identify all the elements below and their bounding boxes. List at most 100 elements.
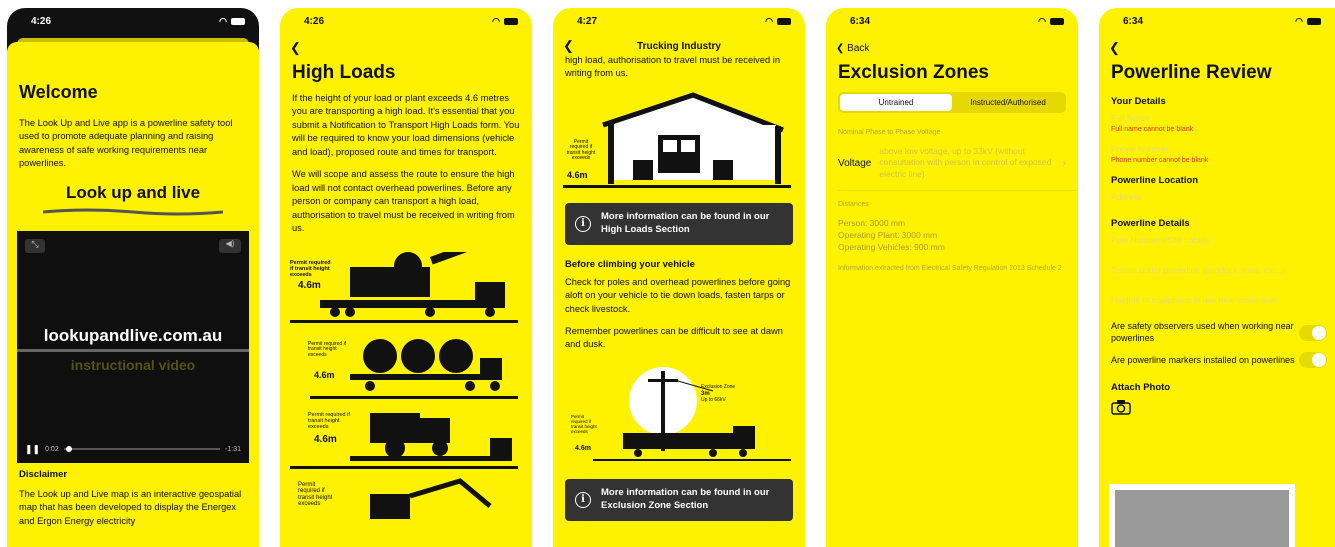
fullscreen-icon[interactable]: ⤡ [25, 238, 45, 253]
page-title: High Loads [292, 62, 396, 83]
distances-label: Distances [838, 201, 869, 209]
chevron-right-icon: › [1062, 157, 1066, 169]
voltage-row[interactable]: Voltage above low voltage, up to 33kV (w… [826, 136, 1078, 180]
logo-powerline-icon [42, 208, 224, 216]
back-chevron-icon: ❮ [836, 42, 845, 54]
status-bar: 4:26 ◠ [280, 8, 532, 34]
excavator-truck-illustration: Permit required if transit height exceed… [290, 476, 522, 526]
battery-icon [777, 17, 791, 25]
wifi-icon: ◠ [219, 15, 227, 26]
battery-icon [504, 17, 518, 25]
disclaimer-heading: Disclaimer [19, 468, 68, 480]
segment-untrained[interactable]: Untrained [840, 94, 952, 111]
voltage-value: above low voltage, up to 33kV (without c… [879, 146, 1052, 179]
shed-truck-icon [563, 92, 791, 188]
nav-bar: ❮ [280, 34, 532, 62]
back-chevron-icon[interactable]: ❮ [290, 40, 301, 56]
top-text: high load, authorisation to travel must … [565, 55, 780, 79]
distance-vehicles: Operating Vehicles: 900 mm [838, 242, 945, 253]
harvester-icon [290, 251, 518, 323]
disclaimer-text: The Look up and Live map is an interacti… [19, 488, 242, 526]
status-bar: 4:27 ◠ [553, 8, 805, 34]
harvester-truck-illustration: Permit required if transit height exceed… [290, 251, 522, 324]
voltage-label: Voltage [838, 157, 872, 169]
zone-annotation: Exclusion Zone 3m Up to 66kV [701, 384, 735, 403]
phone-screen-exclusion-zones: 6:34 ◠ ❮ Back Exclusion Zones Untrained … [826, 8, 1078, 547]
status-bar: 4:26 ◠ [7, 8, 259, 34]
climbing-subheading: Before climbing your vehicle [565, 258, 695, 270]
markers-toggle[interactable] [1299, 352, 1327, 369]
status-time: 6:34 [850, 15, 871, 27]
loader-icon [290, 412, 518, 469]
status-bar: 6:34 ◠ [826, 8, 1078, 34]
camera-button[interactable] [1099, 399, 1335, 420]
video-player[interactable]: ⤡ ◀) lookupandlive.com.au instructional … [17, 230, 249, 463]
observers-question: Are safety observers used when working n… [1111, 321, 1294, 343]
distance-person: Person: 3000 mm [838, 218, 906, 229]
camera-icon [1111, 400, 1131, 416]
video-url-text: lookupandlive.com.au [43, 325, 223, 345]
excavator-icon [370, 477, 492, 519]
full-name-error: Full name cannot be blank [1111, 126, 1194, 133]
terrain-field[interactable]: Terrain under powerline (paddock, road, … [1099, 265, 1335, 275]
segment-authorised[interactable]: Instructed/Authorised [952, 94, 1064, 111]
pause-icon[interactable]: ❚❚ [25, 444, 40, 455]
full-name-field[interactable]: Full Name [1099, 113, 1335, 123]
pipe-load-icon [310, 338, 518, 399]
divider [838, 190, 1078, 192]
video-scrubber[interactable] [63, 446, 221, 453]
markers-row: Are powerline markers installed on power… [1099, 352, 1335, 369]
page-title: Powerline Review [1111, 62, 1272, 83]
phone-field[interactable]: Phone Number [1099, 144, 1335, 154]
back-button[interactable]: ❮ Back [836, 43, 869, 54]
page-title: Exclusion Zones [838, 62, 989, 83]
back-chevron-icon[interactable]: ❮ [1109, 40, 1120, 56]
source-note: Information extracted from Electrical Sa… [838, 265, 1062, 273]
address-field[interactable]: Address [1099, 192, 1335, 202]
photo-preview[interactable] [1109, 484, 1295, 547]
video-controls: ❚❚ 0:02 -1:31 [25, 444, 241, 455]
status-bar: 6:34 ◠ [1099, 8, 1335, 34]
phone-screen-trucking: 4:27 ◠ ❮ Trucking Industry high load, au… [553, 8, 805, 547]
zone-voltage: Up to 66kV [701, 396, 726, 403]
volume-icon[interactable]: ◀) [219, 238, 241, 253]
status-time: 4:27 [577, 15, 598, 27]
observers-row: Are safety observers used when working n… [1099, 321, 1335, 344]
location-heading: Powerline Location [1111, 175, 1199, 186]
logo-text: Look up and live [65, 182, 201, 202]
phone-screen-welcome: 4:26 ◠ Welcome The Look Up and Live app … [7, 8, 259, 547]
scrubber-knob[interactable] [65, 446, 72, 453]
loader-truck-illustration: Permit required if transit height exceed… [290, 408, 522, 470]
battery-icon [1307, 17, 1321, 25]
battery-icon [1050, 17, 1064, 25]
info-icon: i [575, 491, 591, 508]
welcome-title: Welcome [19, 82, 98, 102]
pipe-truck-illustration: Permit required if transit height exceed… [290, 338, 522, 400]
exclusion-zone-info-box[interactable]: i More information can be found in our E… [565, 478, 793, 521]
phone-screen-powerline-review: 6:34 ◠ ❮ Powerline Review Your Details F… [1099, 8, 1335, 547]
details-heading: Powerline Details [1111, 218, 1190, 229]
distance-plant: Operating Plant: 3000 mm [838, 230, 938, 241]
phone-screen-high-loads: 4:26 ◠ ❮ High Loads If the height of you… [280, 8, 532, 547]
markers-question: Are powerline markers installed on power… [1111, 354, 1295, 365]
info-text: More information can be found in our Hig… [601, 210, 770, 235]
heights-field[interactable]: Heights of equipment in use near powerli… [1099, 295, 1335, 305]
info-text: More information can be found in our Exc… [601, 486, 770, 511]
time-remaining: -1:31 [225, 445, 241, 453]
video-subtitle: instructional video [70, 356, 196, 373]
nav-title: Trucking Industry [637, 40, 721, 52]
your-details-heading: Your Details [1111, 96, 1166, 107]
exclusion-zone-illustration: Exclusion Zone 3m Up to 66kV Permit requ… [563, 361, 795, 471]
pole-numbers-field[interactable]: Pole Numbers/Site Labels [1099, 235, 1335, 245]
permit-label: Permit required if transit height exceed… [571, 413, 597, 434]
phone-error: Phone number cannot be blank [1111, 157, 1209, 164]
look-up-and-live-logo: Look up and live [7, 183, 259, 221]
high-loads-info-box[interactable]: i More information can be found in our H… [565, 202, 793, 245]
high-loads-para-1: If the height of your load or plant exce… [292, 93, 520, 157]
observers-toggle[interactable] [1299, 324, 1327, 341]
intro-text: The Look Up and Live app is a powerline … [19, 118, 233, 169]
info-icon: i [575, 215, 591, 232]
status-time: 6:34 [1123, 15, 1144, 27]
wifi-icon: ◠ [1295, 15, 1303, 26]
nav-bar: ❮ Back [826, 34, 1078, 62]
